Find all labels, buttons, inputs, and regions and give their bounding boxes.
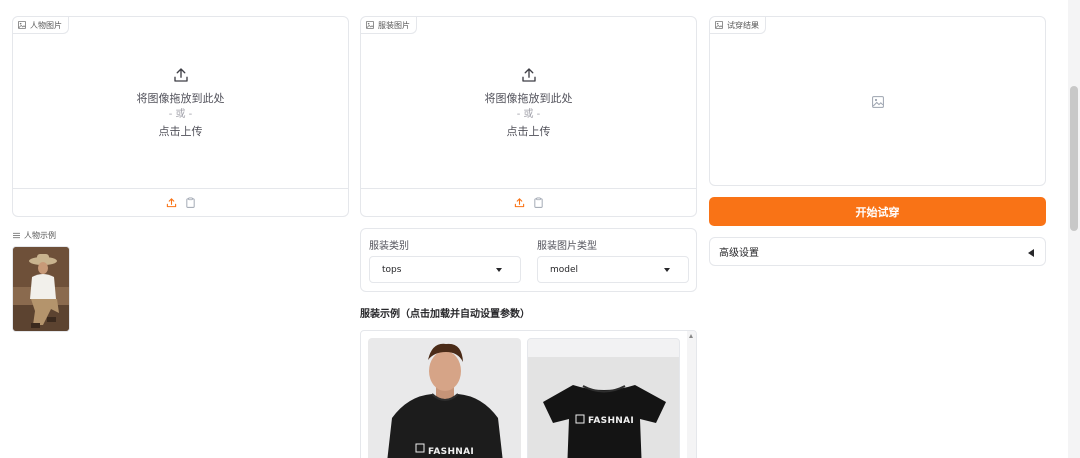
garment-image-panel: 服装图片 将图像拖放到此处 - 或 - 点击上传	[360, 16, 697, 217]
garment-settings-box: 服装类别 tops 服装图片类型 model	[360, 228, 697, 292]
garment-example-image	[528, 339, 679, 458]
category-label: 服装类别	[369, 241, 409, 252]
page-scrollbar[interactable]	[1068, 0, 1080, 458]
result-label: 试穿结果	[727, 20, 759, 30]
image-placeholder-icon	[872, 96, 884, 108]
person-panel-footer	[13, 188, 348, 216]
collapse-arrow-icon	[1028, 249, 1034, 257]
upload-icon[interactable]	[166, 197, 177, 208]
person-drop-text: 将图像拖放到此处	[136, 92, 225, 105]
person-image-panel: 人物图片 将图像拖放到此处 - 或 - 点击上传	[12, 16, 349, 217]
person-example-thumbnail[interactable]	[12, 246, 70, 332]
chevron-down-icon	[664, 268, 670, 272]
result-panel: 试穿结果	[709, 16, 1046, 186]
category-value: tops	[382, 264, 402, 275]
advanced-settings-label: 高级设置	[719, 248, 759, 259]
garment-or-text: - 或 -	[516, 109, 541, 120]
garment-example-item[interactable]: FASHNAI	[527, 338, 680, 458]
photo-type-value: model	[550, 264, 579, 275]
start-tryon-button[interactable]: 开始试穿	[709, 197, 1046, 226]
image-icon	[715, 21, 723, 29]
gallery-scrollbar[interactable]	[687, 331, 696, 458]
person-dropzone[interactable]: 将图像拖放到此处 - 或 - 点击上传	[13, 17, 348, 189]
upload-icon[interactable]	[514, 197, 525, 208]
garment-panel-footer	[361, 188, 696, 216]
clipboard-icon[interactable]	[533, 197, 544, 208]
garment-brand-text: FASHNAI	[588, 416, 635, 426]
garment-example-image	[368, 338, 521, 458]
clipboard-icon[interactable]	[185, 197, 196, 208]
result-tag: 试穿结果	[710, 17, 766, 34]
upload-icon	[521, 68, 536, 82]
photo-type-label: 服装图片类型	[537, 241, 597, 252]
garment-drop-text: 将图像拖放到此处	[484, 92, 573, 105]
person-click-upload-text: 点击上传	[158, 125, 203, 138]
upload-icon	[173, 68, 188, 82]
page-scrollbar-thumb[interactable]	[1070, 86, 1078, 231]
garment-click-upload-text: 点击上传	[506, 125, 551, 138]
person-examples-text: 人物示例	[24, 231, 56, 240]
garment-examples-gallery: FASHNAI FASHNAI	[360, 330, 697, 458]
garment-dropzone[interactable]: 将图像拖放到此处 - 或 - 点击上传	[361, 17, 696, 189]
person-example-image	[13, 247, 69, 331]
photo-type-select[interactable]: model	[537, 256, 689, 283]
garment-example-item[interactable]: FASHNAI	[368, 338, 521, 458]
person-or-text: - 或 -	[168, 109, 193, 120]
category-select[interactable]: tops	[369, 256, 521, 283]
chevron-down-icon	[496, 268, 502, 272]
garment-brand-text: FASHNAI	[428, 447, 475, 457]
scroll-up-icon[interactable]	[689, 334, 693, 338]
advanced-settings-accordion[interactable]: 高级设置	[709, 237, 1046, 266]
list-icon	[13, 232, 20, 239]
garment-examples-title: 服装示例（点击加载并自动设置参数）	[360, 309, 530, 320]
person-examples-label: 人物示例	[13, 230, 56, 241]
